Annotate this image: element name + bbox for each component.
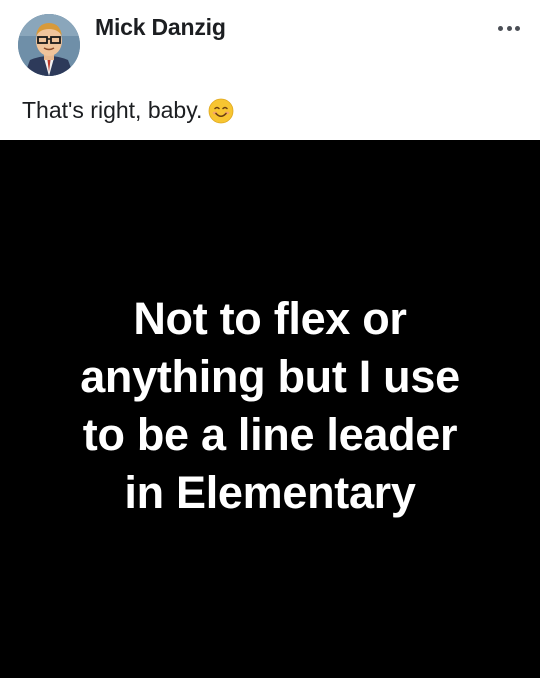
author-avatar[interactable] xyxy=(18,14,80,76)
post-image-text: Not to flex or anything but I use to be … xyxy=(0,290,540,522)
image-text-line: Not to flex or xyxy=(133,293,407,344)
more-options-icon xyxy=(498,25,504,31)
more-options-icon-dot xyxy=(506,25,512,31)
facebook-post: Mick Danzig That's right, baby. Not to f… xyxy=(0,0,540,678)
more-options-button[interactable] xyxy=(492,14,526,42)
post-image[interactable]: Not to flex or anything but I use to be … xyxy=(0,140,540,678)
image-text-line: to be a line leader xyxy=(82,409,458,460)
cartoon-man-avatar-icon xyxy=(18,14,80,76)
post-header: Mick Danzig xyxy=(0,0,540,90)
image-text-line: in Elementary xyxy=(124,467,416,518)
smiling-face-emoji-icon xyxy=(208,98,234,124)
image-text-line: anything but I use xyxy=(80,351,460,402)
author-name[interactable]: Mick Danzig xyxy=(95,14,226,41)
more-options-icon-dot xyxy=(514,25,520,31)
caption-text: That's right, baby. xyxy=(22,97,203,123)
post-caption: That's right, baby. xyxy=(22,97,234,124)
